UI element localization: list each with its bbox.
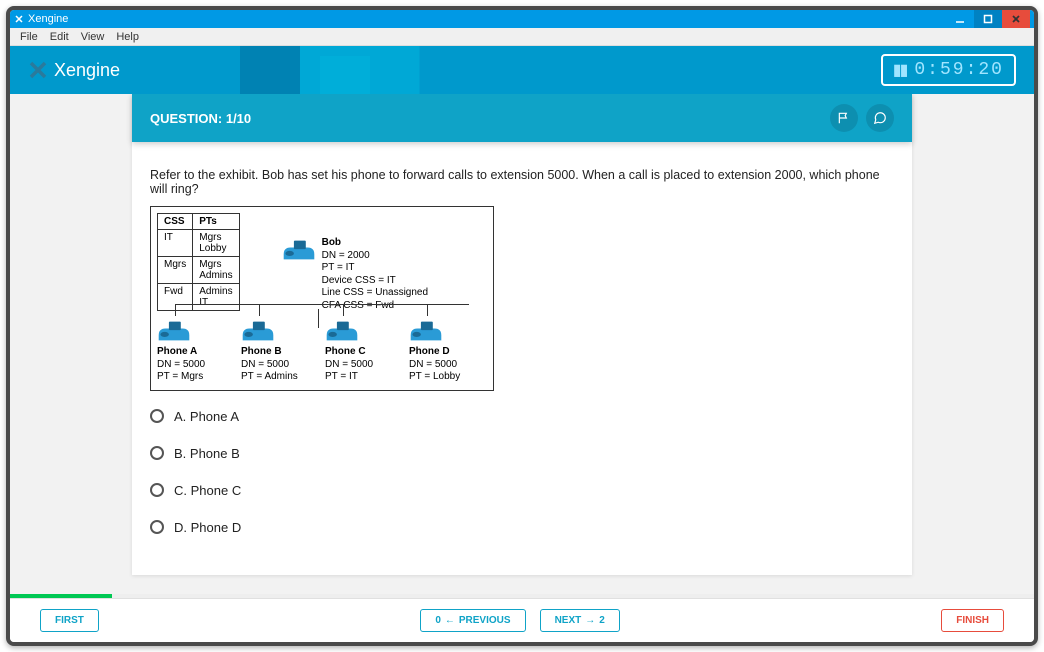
window-minimize-button[interactable]	[946, 10, 974, 28]
question-card: QUESTION: 1/10 Refer to the exhibit. Bob…	[132, 94, 912, 575]
phone-c: Phone C DN = 5000 PT = IT	[325, 318, 403, 384]
question-counter: QUESTION: 1/10	[150, 111, 822, 126]
answer-option-b[interactable]: B. Phone B	[150, 446, 894, 461]
arrow-left-icon: ←	[445, 615, 455, 626]
menubar: File Edit View Help	[10, 28, 1034, 46]
radio-icon	[150, 520, 164, 534]
answer-option-a[interactable]: A. Phone A	[150, 409, 894, 424]
menu-view[interactable]: View	[75, 31, 111, 43]
radio-icon	[150, 483, 164, 497]
app-logo-icon	[28, 60, 48, 80]
phone-icon	[325, 318, 359, 344]
arrow-right-icon: →	[585, 615, 595, 626]
app-title: Xengine	[54, 60, 120, 81]
answer-label: C. Phone C	[174, 483, 241, 498]
app-logo-icon	[14, 14, 24, 24]
question-header: QUESTION: 1/10	[132, 94, 912, 142]
window-close-button[interactable]	[1002, 10, 1030, 28]
phone-d: Phone D DN = 5000 PT = Lobby	[409, 318, 487, 384]
timer-value: 0:59:20	[914, 60, 1004, 80]
phone-b: Phone B DN = 5000 PT = Admins	[241, 318, 319, 384]
question-body: Refer to the exhibit. Bob has set his ph…	[132, 142, 912, 575]
answer-label: B. Phone B	[174, 446, 240, 461]
comment-button[interactable]	[866, 104, 894, 132]
phone-icon	[157, 318, 191, 344]
answer-option-d[interactable]: D. Phone D	[150, 520, 894, 535]
exhibit-diagram: CSSPTs ITMgrs Lobby MgrsMgrs Admins FwdA…	[150, 206, 494, 391]
radio-icon	[150, 446, 164, 460]
css-table: CSSPTs ITMgrs Lobby MgrsMgrs Admins FwdA…	[157, 213, 240, 311]
bob-name: Bob	[322, 237, 341, 248]
first-button[interactable]: FIRST	[40, 609, 99, 632]
previous-button[interactable]: 0 ← PREVIOUS	[420, 609, 525, 632]
question-text: Refer to the exhibit. Bob has set his ph…	[150, 168, 894, 196]
menu-file[interactable]: File	[14, 31, 44, 43]
answer-label: A. Phone A	[174, 409, 239, 424]
window-title: Xengine	[28, 13, 68, 25]
phone-a: Phone A DN = 5000 PT = Mgrs	[157, 318, 235, 384]
phone-icon	[409, 318, 443, 344]
window-maximize-button[interactable]	[974, 10, 1002, 28]
timer-box: ▮▮ 0:59:20	[881, 54, 1016, 86]
window-titlebar: Xengine	[10, 10, 1034, 28]
footer-nav: FIRST 0 ← PREVIOUS NEXT → 2 FINISH	[10, 598, 1034, 642]
content-area: QUESTION: 1/10 Refer to the exhibit. Bob…	[10, 94, 1034, 594]
menu-help[interactable]: Help	[110, 31, 145, 43]
menu-edit[interactable]: Edit	[44, 31, 75, 43]
answer-label: D. Phone D	[174, 520, 241, 535]
answers-list: A. Phone A B. Phone B C. Phone C D. Phon…	[150, 409, 894, 535]
pause-icon[interactable]: ▮▮	[893, 60, 907, 80]
header-band: Xengine ▮▮ 0:59:20	[10, 46, 1034, 94]
phone-icon	[241, 318, 275, 344]
radio-icon	[150, 409, 164, 423]
finish-button[interactable]: FINISH	[941, 609, 1004, 632]
phone-icon	[282, 237, 316, 263]
answer-option-c[interactable]: C. Phone C	[150, 483, 894, 498]
flag-button[interactable]	[830, 104, 858, 132]
next-button[interactable]: NEXT → 2	[540, 609, 620, 632]
